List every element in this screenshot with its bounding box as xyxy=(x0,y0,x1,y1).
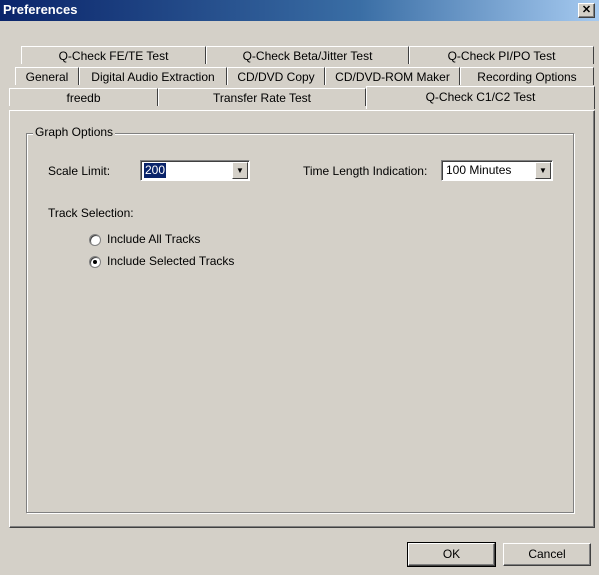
cancel-button[interactable]: Cancel xyxy=(503,543,591,566)
close-button[interactable]: ✕ xyxy=(578,3,595,18)
tab-label: CD/DVD Copy xyxy=(237,70,315,84)
time-length-dropdown-button[interactable]: ▼ xyxy=(535,162,551,179)
tab-digital-audio-extraction[interactable]: Digital Audio Extraction xyxy=(79,67,227,85)
radio-button[interactable] xyxy=(89,256,101,268)
tab-freedb[interactable]: freedb xyxy=(9,88,158,106)
ok-button[interactable]: OK xyxy=(407,542,496,567)
title-bar[interactable]: Preferences ✕ xyxy=(0,0,599,21)
graph-options-group xyxy=(26,133,574,513)
scale-limit-dropdown[interactable]: 200 ▼ xyxy=(140,160,250,181)
time-length-dropdown[interactable]: 100 Minutes ▼ xyxy=(441,160,553,181)
tab-label: Recording Options xyxy=(477,70,577,84)
tab-q-check-fe-te-test[interactable]: Q-Check FE/TE Test xyxy=(21,46,206,64)
tab-label: General xyxy=(25,70,69,84)
time-length-label: Time Length Indication: xyxy=(303,164,428,178)
radio-button[interactable] xyxy=(89,234,101,246)
tab-label: Q-Check FE/TE Test xyxy=(58,49,169,63)
radio-label: Include Selected Tracks xyxy=(107,254,235,268)
window-title: Preferences xyxy=(3,2,78,17)
chevron-down-icon: ▼ xyxy=(236,166,244,175)
chevron-down-icon: ▼ xyxy=(539,166,547,175)
tab-label: freedb xyxy=(66,91,101,105)
tab-q-check-pi-po-test[interactable]: Q-Check PI/PO Test xyxy=(409,46,594,64)
scale-limit-dropdown-button[interactable]: ▼ xyxy=(232,162,248,179)
tab-label: Transfer Rate Test xyxy=(212,91,312,105)
tab-general[interactable]: General xyxy=(15,67,79,85)
preferences-dialog: Preferences ✕ Q-Check FE/TE Test Q-Check… xyxy=(0,0,599,575)
tab-cd-dvd-rom-maker[interactable]: CD/DVD-ROM Maker xyxy=(325,67,460,85)
radio-include-all-tracks[interactable]: Include All Tracks xyxy=(89,232,249,248)
tab-recording-options[interactable]: Recording Options xyxy=(460,67,594,85)
tab-q-check-beta-jitter-test[interactable]: Q-Check Beta/Jitter Test xyxy=(206,46,409,64)
scale-limit-label: Scale Limit: xyxy=(48,164,111,178)
tab-label: CD/DVD-ROM Maker xyxy=(335,70,450,84)
tab-transfer-rate-test[interactable]: Transfer Rate Test xyxy=(158,88,366,106)
scale-limit-value: 200 xyxy=(144,163,167,178)
tab-cd-dvd-copy[interactable]: CD/DVD Copy xyxy=(227,67,325,85)
radio-selected-dot xyxy=(93,260,97,264)
radio-include-selected-tracks[interactable]: Include Selected Tracks xyxy=(89,254,269,270)
tab-label: Q-Check PI/PO Test xyxy=(447,49,556,63)
close-icon: ✕ xyxy=(581,4,592,16)
tab-label: Q-Check C1/C2 Test xyxy=(425,90,536,104)
tab-label: Q-Check Beta/Jitter Test xyxy=(242,49,373,63)
time-length-value: 100 Minutes xyxy=(446,163,512,177)
radio-label: Include All Tracks xyxy=(107,232,201,246)
graph-options-legend: Graph Options xyxy=(33,125,116,139)
track-selection-label: Track Selection: xyxy=(48,206,134,220)
tab-label: Digital Audio Extraction xyxy=(91,70,215,84)
tab-q-check-c1-c2-test[interactable]: Q-Check C1/C2 Test xyxy=(366,86,595,109)
